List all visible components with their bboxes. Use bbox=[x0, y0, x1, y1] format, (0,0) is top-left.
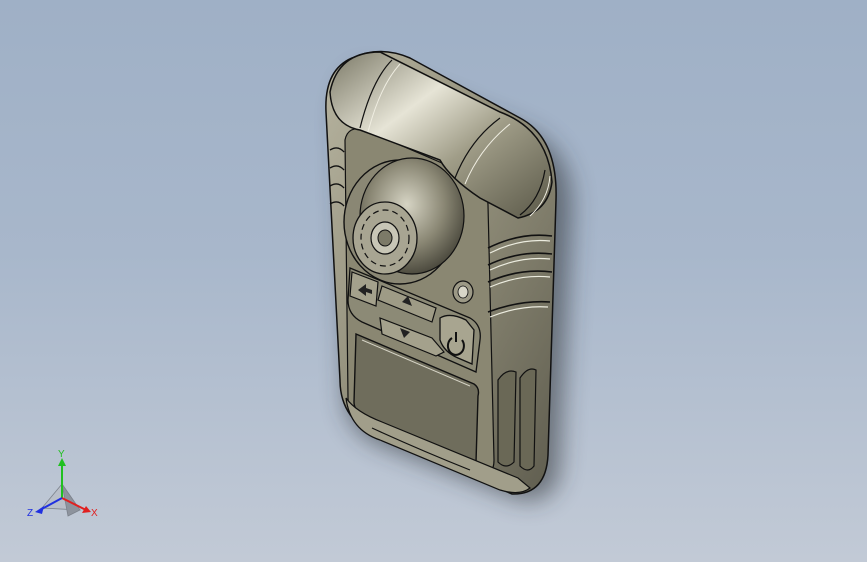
device-model-view[interactable] bbox=[0, 0, 867, 562]
side-slot bbox=[497, 370, 517, 467]
coordinate-triad[interactable]: Y X Z bbox=[18, 446, 128, 536]
graphics-viewport[interactable]: Y X Z bbox=[0, 0, 867, 562]
side-slot bbox=[519, 368, 537, 471]
z-axis-label: Z bbox=[27, 508, 33, 519]
indicator-led[interactable] bbox=[452, 280, 474, 304]
x-axis-label: X bbox=[91, 508, 98, 519]
z-axis-arrow-icon bbox=[35, 506, 44, 514]
y-axis-label: Y bbox=[58, 449, 65, 460]
